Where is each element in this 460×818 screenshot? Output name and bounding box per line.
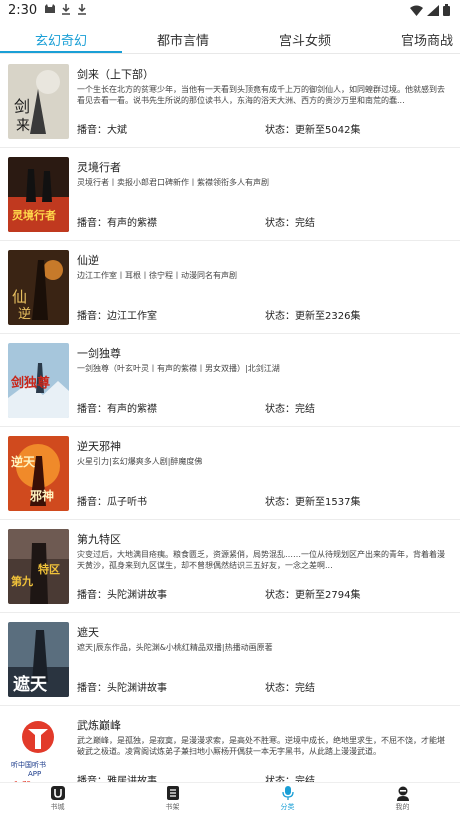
book-cover: 听中国听书APP1z75.com	[8, 715, 69, 782]
book-status: 状态：更新至2326集	[265, 311, 361, 322]
book-item[interactable]: 灵境行者 灵境行者 灵境行者丨卖报小郎君口碑新作丨紫襟领衔多人有声剧 播音：有声…	[0, 148, 460, 241]
nav-label-bookshelf: 书架	[165, 803, 180, 811]
book-description: 灵境行者丨卖报小郎君口碑新作丨紫襟领衔多人有声剧	[77, 178, 269, 187]
book-description: 遮天|辰东作品，头陀渊&小桃红精品双播|热播动画原著	[77, 643, 273, 652]
tab-gongdou[interactable]: 宫斗女频	[244, 24, 366, 53]
svg-text:逆天: 逆天	[11, 454, 36, 469]
book-title: 灵境行者	[77, 161, 121, 174]
cat-notification-icon	[44, 3, 56, 15]
svg-text:剑: 剑	[14, 97, 30, 116]
book-anchor: 播音：有声的紫襟	[77, 404, 157, 415]
nav-bookstore[interactable]: 书城	[0, 783, 115, 818]
bookshelf-icon	[165, 785, 181, 801]
book-item[interactable]: 听中国听书APP1z75.com 武炼巅峰 武之巅峰，是孤独，是寂寞，是漫漫求索…	[0, 706, 460, 782]
book-title: 剑来（上下部）	[77, 68, 154, 81]
status-time: 2:30	[8, 3, 38, 18]
book-status: 状态：完结	[265, 776, 315, 782]
svg-text:灵境行者: 灵境行者	[12, 208, 56, 222]
category-tabs: 玄幻奇幻 都市言情 宫斗女频 官场商战	[0, 24, 460, 54]
book-title: 遮天	[77, 626, 99, 639]
download-icon	[60, 3, 72, 15]
book-cover: 逆天邪神	[8, 436, 69, 511]
book-list: 剑来 剑来（上下部） 一个生长在北方的贫寒少年，当他有一天看到头顶竟有成千上万的…	[0, 55, 460, 782]
book-cover: 仙逆	[8, 250, 69, 325]
nav-bookshelf[interactable]: 书架	[115, 783, 230, 818]
svg-text:APP: APP	[28, 770, 41, 778]
profile-icon	[395, 785, 411, 801]
tab-guanchang[interactable]: 官场商战	[366, 24, 460, 53]
book-item[interactable]: 遮天 遮天 遮天|辰东作品，头陀渊&小桃红精品双播|热播动画原著 播音：头陀渊讲…	[0, 613, 460, 706]
book-anchor: 播音：边江工作室	[77, 311, 157, 322]
microphone-icon	[280, 785, 296, 801]
book-item[interactable]: 逆天 邪神 逆天邪神 火星引力|玄幻爆爽多人剧|醉魔度佛 播音：瓜子听书 状态：更…	[0, 427, 460, 520]
book-item[interactable]: 剑来 剑来（上下部） 一个生长在北方的贫寒少年，当他有一天看到头顶竟有成千上万的…	[0, 55, 460, 148]
svg-text:听中国听书: 听中国听书	[11, 760, 46, 769]
nav-category[interactable]: 分类	[230, 783, 345, 818]
book-status: 状态：完结	[265, 683, 315, 694]
book-cover: 剑来	[8, 64, 69, 139]
book-item[interactable]: 剑独尊 一剑独尊 一剑独尊（叶玄叶灵丨有声的紫襟丨男女双播）|北剑江湖 播音：有…	[0, 334, 460, 427]
book-anchor: 播音：头陀渊讲故事	[77, 590, 167, 601]
book-status: 状态：更新至1537集	[265, 497, 361, 508]
book-cover: 剑独尊	[8, 343, 69, 418]
book-cover: 灵境行者	[8, 157, 69, 232]
book-item[interactable]: 仙逆 仙逆 边江工作室丨耳根丨徐宁程丨动漫同名有声剧 播音：边江工作室 状态：更…	[0, 241, 460, 334]
svg-text:遮天: 遮天	[13, 674, 48, 695]
book-description: 边江工作室丨耳根丨徐宁程丨动漫同名有声剧	[77, 271, 237, 280]
book-description: 灾变过后，大地满目疮痍。粮食匮乏，资源紧俏，局势混乱……一位从待规划区产出来的青…	[77, 550, 445, 570]
book-anchor: 播音：雅居讲故事	[77, 776, 157, 782]
battery-icon	[443, 4, 450, 16]
book-title: 逆天邪神	[77, 440, 121, 453]
book-description: 一个生长在北方的贫寒少年，当他有一天看到头顶竟有成千上万的御剑仙人，如同蝗群过境…	[77, 85, 445, 105]
book-anchor: 播音：大斌	[77, 125, 127, 136]
svg-text:来: 来	[16, 118, 30, 134]
bottom-nav: 书城 书架 分类 我的	[0, 782, 460, 818]
wifi-icon	[410, 5, 423, 16]
book-status: 状态：更新至5042集	[265, 125, 361, 136]
book-anchor: 播音：有声的紫襟	[77, 218, 157, 229]
tab-dushi[interactable]: 都市言情	[122, 24, 244, 53]
svg-text:仙: 仙	[12, 288, 27, 306]
nav-label-profile: 我的	[395, 803, 410, 811]
book-title: 第九特区	[77, 533, 121, 546]
book-status: 状态：更新至2794集	[265, 590, 361, 601]
book-description: 火星引力|玄幻爆爽多人剧|醉魔度佛	[77, 457, 203, 466]
status-bar: 2:30	[0, 0, 460, 22]
book-cover: 遮天	[8, 622, 69, 697]
book-title: 仙逆	[77, 254, 99, 267]
book-description: 一剑独尊（叶玄叶灵丨有声的紫襟丨男女双播）|北剑江湖	[77, 364, 280, 373]
book-anchor: 播音：瓜子听书	[77, 497, 147, 508]
signal-icon	[427, 4, 439, 16]
nav-label-bookstore: 书城	[50, 803, 65, 811]
svg-text:邪神: 邪神	[29, 488, 54, 503]
book-description: 武之巅峰，是孤独，是寂寞，是漫漫求索，是高处不胜寒。逆境中成长，绝地里求生，不屈…	[77, 736, 445, 756]
book-cover: 第九 特区	[8, 529, 69, 604]
svg-text:剑独尊: 剑独尊	[10, 375, 50, 391]
svg-text:特区: 特区	[38, 562, 60, 576]
nav-label-category: 分类	[280, 803, 295, 811]
book-status: 状态：完结	[265, 404, 315, 415]
book-title: 武炼巅峰	[77, 719, 121, 732]
svg-text:第九: 第九	[11, 574, 33, 588]
tab-xuanhuan[interactable]: 玄幻奇幻	[0, 24, 122, 53]
download-icon	[76, 3, 88, 15]
bookstore-icon	[50, 785, 66, 801]
book-status: 状态：完结	[265, 218, 315, 229]
nav-profile[interactable]: 我的	[345, 783, 460, 818]
book-item[interactable]: 第九 特区 第九特区 灾变过后，大地满目疮痍。粮食匮乏，资源紧俏，局势混乱……一位…	[0, 520, 460, 613]
book-title: 一剑独尊	[77, 347, 121, 360]
svg-text:逆: 逆	[18, 306, 31, 322]
book-anchor: 播音：头陀渊讲故事	[77, 683, 167, 694]
